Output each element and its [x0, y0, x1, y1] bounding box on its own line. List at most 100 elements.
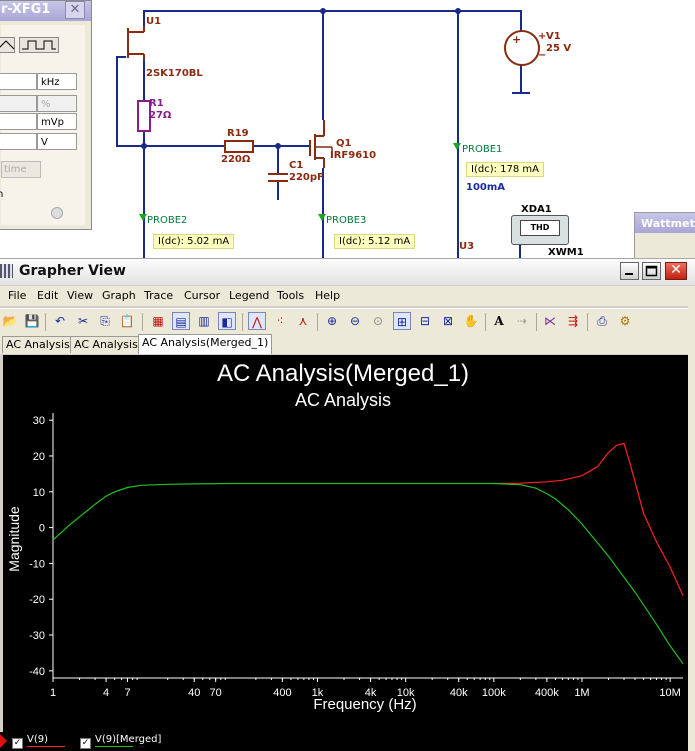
resistor-r19[interactable] — [224, 140, 254, 153]
merge-icon[interactable]: ⇶ — [564, 312, 582, 330]
close-icon[interactable]: ✕ — [65, 1, 85, 19]
q1-part-label: IRF9610 — [330, 150, 377, 161]
menu-trace[interactable]: Trace — [144, 289, 173, 302]
menu-tools[interactable]: Tools — [277, 289, 304, 302]
open-icon[interactable]: 📂 — [1, 312, 19, 330]
x-tick-label: 40k — [450, 687, 468, 699]
reverse-colors-icon[interactable]: ◧ — [218, 312, 236, 330]
maximize-button[interactable] — [642, 262, 661, 280]
u3-label: U3 — [459, 241, 475, 252]
probe1-marker-icon[interactable] — [453, 143, 461, 150]
duty-cycle-field[interactable] — [0, 95, 37, 112]
zoom-area-icon[interactable]: ⊞ — [393, 312, 411, 330]
toggle-grid-icon[interactable]: ▥ — [195, 312, 213, 330]
minimize-button[interactable] — [620, 262, 639, 280]
plot-area[interactable]: AC Analysis(Merged_1) AC Analysis Magnit… — [3, 355, 688, 732]
menu-view[interactable]: View — [67, 289, 93, 302]
paste-icon[interactable]: 📋 — [118, 312, 136, 330]
duty-cycle-unit[interactable]: % — [37, 95, 77, 112]
zoom-in-icon[interactable]: ⊕ — [323, 312, 341, 330]
print-icon[interactable]: ⎙ — [593, 312, 611, 330]
probe2-label: PROBE2 — [147, 215, 188, 226]
r19-value: 220Ω — [221, 154, 251, 165]
r19-label: R19 — [227, 128, 249, 139]
zoom-full-icon[interactable]: ⊙ — [369, 312, 387, 330]
vertical-scrollbar[interactable] — [688, 286, 695, 751]
probe3-readout: I(dc): 5.12 mA — [334, 234, 416, 249]
jfet-u1-symbol[interactable] — [124, 26, 148, 60]
grid-icon[interactable]: ▦ — [149, 312, 167, 330]
show-points-icon[interactable]: ⁖ — [271, 312, 289, 330]
menu-file[interactable]: File — [8, 289, 26, 302]
pan-icon[interactable]: ✋ — [462, 312, 480, 330]
add-trace-icon[interactable]: ⋉ — [541, 312, 559, 330]
undo-icon[interactable]: ↶ — [51, 312, 69, 330]
rise-fall-time-button[interactable]: time — [1, 161, 41, 178]
probe1-label: PROBE1 — [462, 144, 503, 155]
legend-checkbox-v9-merged[interactable]: ✓ — [80, 738, 91, 749]
ac-analysis-chart[interactable]: AC Analysis(Merged_1) AC Analysis Magnit… — [3, 355, 688, 732]
grapher-title: Grapher View — [19, 263, 126, 279]
properties-icon[interactable]: ⚙ — [616, 312, 634, 330]
square-wave-button[interactable] — [19, 37, 59, 53]
offset-unit[interactable]: V — [37, 133, 77, 150]
export-icon[interactable]: ⇢ — [513, 312, 531, 330]
probe3-marker-icon[interactable] — [318, 214, 326, 221]
toolbar-separator — [142, 313, 143, 331]
grapher-view-window[interactable]: Grapher View ✕ File Edit View Graph Trac… — [0, 258, 695, 751]
offset-field[interactable] — [0, 133, 37, 150]
v1-positive-wire — [520, 10, 522, 32]
junction-node — [455, 8, 461, 14]
c1-top-wire — [277, 145, 279, 173]
probe2-marker-icon[interactable] — [139, 214, 147, 221]
cursor-icon[interactable]: ⋀ — [248, 312, 266, 330]
menu-graph[interactable]: Graph — [102, 289, 136, 302]
chart-title: AC Analysis(Merged_1) — [217, 360, 469, 387]
function-generator-title: r-XFG1 — [1, 2, 51, 17]
menu-cursor[interactable]: Cursor — [184, 289, 220, 302]
capacitor-c1-plate[interactable] — [268, 180, 288, 182]
tab-ac-analysis-merged[interactable]: AC Analysis(Merged_1) — [138, 334, 273, 354]
x-tick-label: 10k — [397, 687, 415, 699]
copy-icon[interactable]: ⎘ — [96, 312, 114, 330]
wattmeter-title: Wattmeter — [641, 217, 695, 230]
distortion-analyzer-xda1[interactable]: THD — [511, 215, 569, 245]
voltage-source-v1[interactable] — [504, 30, 540, 66]
amplitude-field[interactable] — [0, 113, 37, 130]
cut-icon[interactable]: ✂ — [74, 312, 92, 330]
v1-negative-wire — [520, 64, 522, 92]
toolbar-separator — [536, 313, 537, 331]
grapher-titlebar[interactable]: Grapher View ✕ — [0, 258, 695, 285]
u1-label: U1 — [146, 16, 162, 27]
x-tick-label: 4k — [365, 687, 377, 699]
amplitude-unit[interactable]: mVp — [37, 113, 77, 130]
menu-legend[interactable]: Legend — [229, 289, 269, 302]
legend-checkbox-v9[interactable]: ✓ — [12, 738, 23, 749]
wattmeter-titlebar[interactable]: Wattmeter — [635, 213, 695, 233]
y-tick-label: -40 — [29, 666, 45, 678]
frequency-unit[interactable]: kHz — [37, 73, 77, 90]
capacitor-c1-plate[interactable] — [268, 173, 288, 175]
function-generator-window[interactable]: r-XFG1 ✕ kHz % mVp V time n — [0, 0, 92, 230]
select-marks-icon[interactable]: ⋏ — [294, 312, 312, 330]
xda1-label: XDA1 — [521, 204, 552, 215]
toolbar: 📂 💾 ↶ ✂ ⎘ 📋 ▦ ▤ ▥ ◧ ⋀ ⁖ ⋏ ⊕ ⊖ ⊙ ⊞ ⊟ ⊠ ✋ … — [0, 308, 690, 335]
toolbar-separator — [317, 313, 318, 331]
series-line-v9-merged — [52, 482, 684, 665]
save-icon[interactable]: 💾 — [23, 312, 41, 330]
x-tick-label: 4 — [103, 687, 109, 699]
series-line-v9 — [493, 442, 684, 596]
zoom-out-icon[interactable]: ⊖ — [346, 312, 364, 330]
legend-icon[interactable]: ▤ — [172, 312, 190, 330]
schematic-canvas[interactable]: r-XFG1 ✕ kHz % mVp V time n U1 2SK170BL … — [0, 0, 695, 265]
text-icon[interactable]: A — [490, 312, 508, 330]
triangle-wave-button[interactable] — [0, 37, 15, 53]
tab-ac-analysis-1[interactable]: AC Analysis — [2, 336, 74, 353]
menu-edit[interactable]: Edit — [37, 289, 58, 302]
tab-ac-analysis-2[interactable]: AC Analysis — [70, 336, 142, 353]
zoom-x-icon[interactable]: ⊟ — [416, 312, 434, 330]
frequency-field[interactable] — [0, 73, 37, 90]
zoom-y-icon[interactable]: ⊠ — [439, 312, 457, 330]
menu-help[interactable]: Help — [315, 289, 340, 302]
close-button[interactable]: ✕ — [665, 262, 687, 280]
